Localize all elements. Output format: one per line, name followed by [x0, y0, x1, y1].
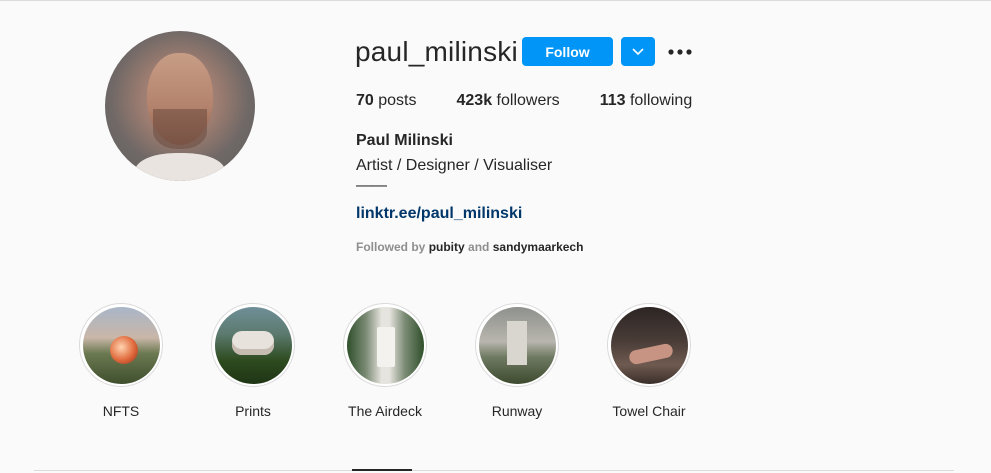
profile-stats: 70 posts 423k followers 113 following — [356, 92, 732, 110]
profile-username: paul_milinski — [355, 36, 518, 67]
highlight-ring — [607, 303, 691, 387]
highlight-label: NFTS — [102, 403, 140, 419]
bio-rule: —— — [356, 177, 387, 194]
highlight-label: The Airdeck — [348, 403, 422, 419]
highlight-label: Prints — [235, 403, 271, 419]
profile-avatar[interactable] — [105, 31, 255, 181]
highlight-runway[interactable]: Runway — [475, 303, 559, 419]
highlight-ring — [475, 303, 559, 387]
active-tab-indicator — [352, 469, 412, 471]
posts-label: posts — [378, 92, 417, 109]
highlight-ring — [211, 303, 295, 387]
follow-button[interactable]: Follow — [522, 37, 613, 66]
highlight-label: Towel Chair — [612, 403, 686, 419]
tabs-divider — [34, 470, 954, 471]
followers-label: followers — [496, 92, 560, 109]
highlight-cover-image — [478, 306, 556, 384]
highlight-towel-chair[interactable]: Towel Chair — [607, 303, 691, 419]
highlight-ring — [343, 303, 427, 387]
posts-stat: 70 posts — [356, 92, 417, 110]
followed-by-account-1[interactable]: pubity — [429, 240, 465, 254]
highlight-cover-image — [82, 306, 160, 384]
followed-by-prefix: Followed by — [356, 240, 426, 254]
following-label: following — [629, 92, 693, 109]
top-divider — [0, 0, 991, 1]
profile-full-name: Paul Milinski — [356, 132, 453, 149]
following-count: 113 — [599, 92, 626, 109]
followed-by-and: and — [468, 240, 490, 254]
more-options-icon — [668, 42, 692, 60]
highlight-cover-image — [346, 306, 424, 384]
avatar-shirt — [135, 153, 225, 181]
highlight-ring — [79, 303, 163, 387]
highlight-cover-image — [214, 306, 292, 384]
highlight-prints[interactable]: Prints — [211, 303, 295, 419]
profile-bio: Artist / Designer / Visualiser — [356, 157, 553, 174]
followers-stat[interactable]: 423k followers — [457, 92, 560, 110]
more-options-button[interactable] — [666, 40, 694, 62]
highlight-the-airdeck[interactable]: The Airdeck — [343, 303, 427, 419]
posts-count: 70 — [356, 92, 374, 109]
followed-by: Followed by pubity and sandymaarkech — [356, 240, 583, 254]
followers-count: 423k — [456, 92, 493, 109]
following-stat[interactable]: 113 following — [600, 92, 693, 110]
highlight-nfts[interactable]: NFTS — [79, 303, 163, 419]
avatar-beard — [153, 109, 207, 149]
chevron-down-icon — [632, 43, 644, 61]
profile-link[interactable]: linktr.ee/paul_milinski — [356, 205, 522, 223]
highlight-cover-image — [610, 306, 688, 384]
highlight-label: Runway — [491, 403, 543, 419]
suggested-accounts-button[interactable] — [621, 37, 655, 66]
followed-by-account-2[interactable]: sandymaarkech — [493, 240, 584, 254]
